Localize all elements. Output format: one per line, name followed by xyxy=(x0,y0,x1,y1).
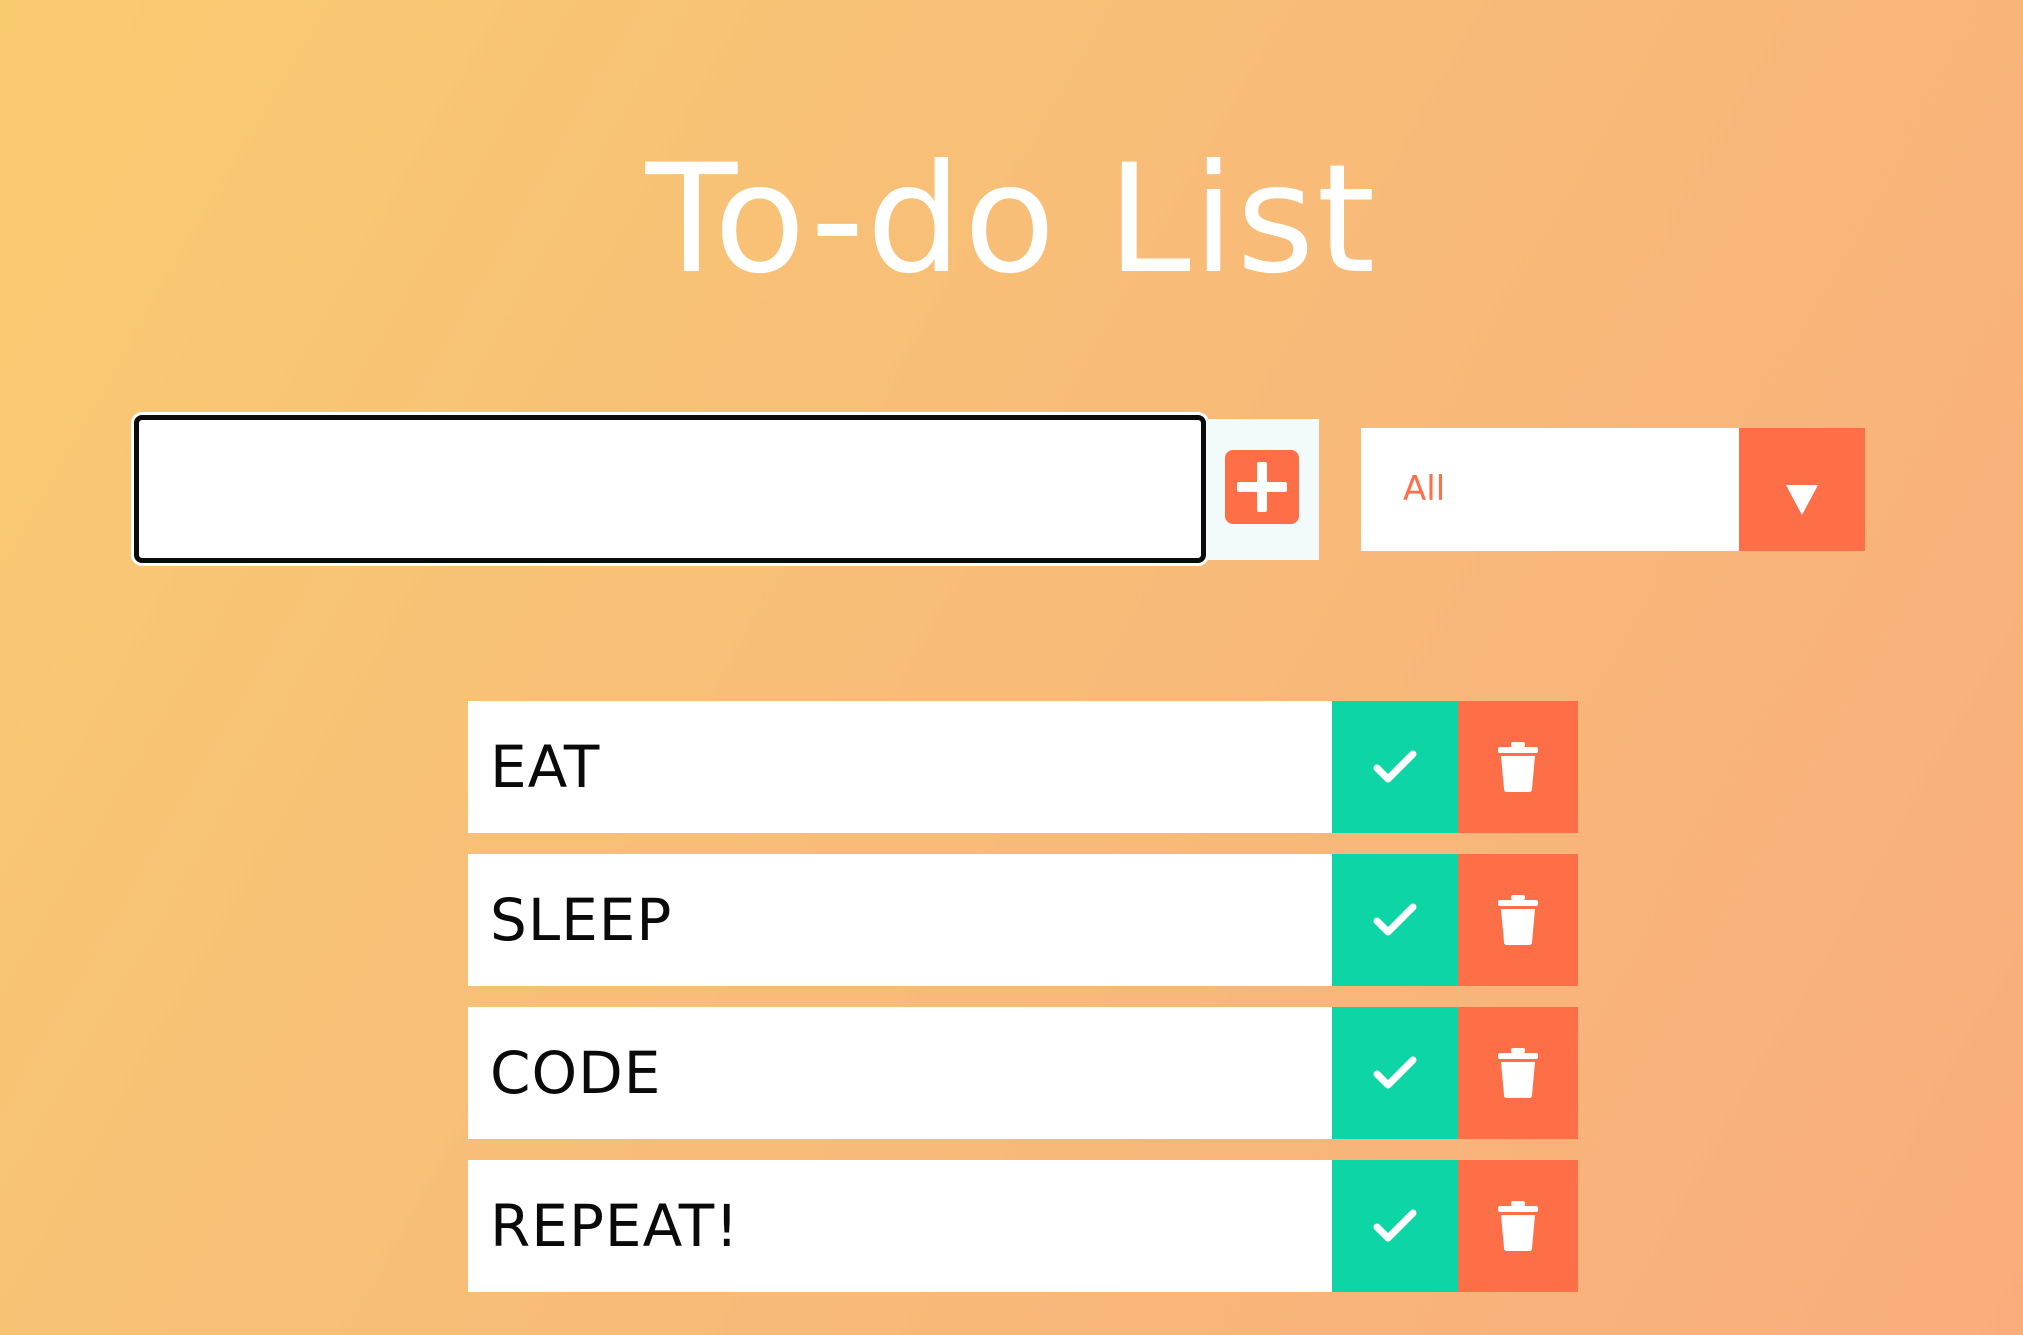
dropdown-arrow-icon[interactable] xyxy=(1739,428,1865,551)
trash-icon xyxy=(1498,895,1538,945)
delete-button[interactable] xyxy=(1458,701,1578,833)
todo-list: EAT SLEEP CODE REPEAT! xyxy=(468,701,1578,1313)
add-todo-button[interactable] xyxy=(1206,419,1319,560)
todo-item: CODE xyxy=(468,1007,1578,1139)
filter-select[interactable]: All xyxy=(1361,428,1865,551)
todo-item: EAT xyxy=(468,701,1578,833)
filter-selected-value: All xyxy=(1403,469,1446,509)
todo-text: REPEAT! xyxy=(490,1192,740,1260)
delete-button[interactable] xyxy=(1458,854,1578,986)
todo-input[interactable] xyxy=(134,415,1206,563)
todo-item: SLEEP xyxy=(468,854,1578,986)
page-title: To-do List xyxy=(645,132,1378,307)
check-icon xyxy=(1373,1056,1417,1089)
check-icon xyxy=(1373,750,1417,783)
trash-icon xyxy=(1498,1201,1538,1251)
complete-button[interactable] xyxy=(1332,1007,1458,1139)
trash-icon xyxy=(1498,742,1538,792)
delete-button[interactable] xyxy=(1458,1160,1578,1292)
todo-item: REPEAT! xyxy=(468,1160,1578,1292)
todo-text: EAT xyxy=(490,733,601,801)
delete-button[interactable] xyxy=(1458,1007,1578,1139)
plus-square-icon xyxy=(1225,450,1299,524)
todo-text: SLEEP xyxy=(490,886,673,954)
complete-button[interactable] xyxy=(1332,701,1458,833)
complete-button[interactable] xyxy=(1332,1160,1458,1292)
trash-icon xyxy=(1498,1048,1538,1098)
complete-button[interactable] xyxy=(1332,854,1458,986)
todo-text: CODE xyxy=(490,1039,662,1107)
check-icon xyxy=(1373,903,1417,936)
check-icon xyxy=(1373,1209,1417,1242)
